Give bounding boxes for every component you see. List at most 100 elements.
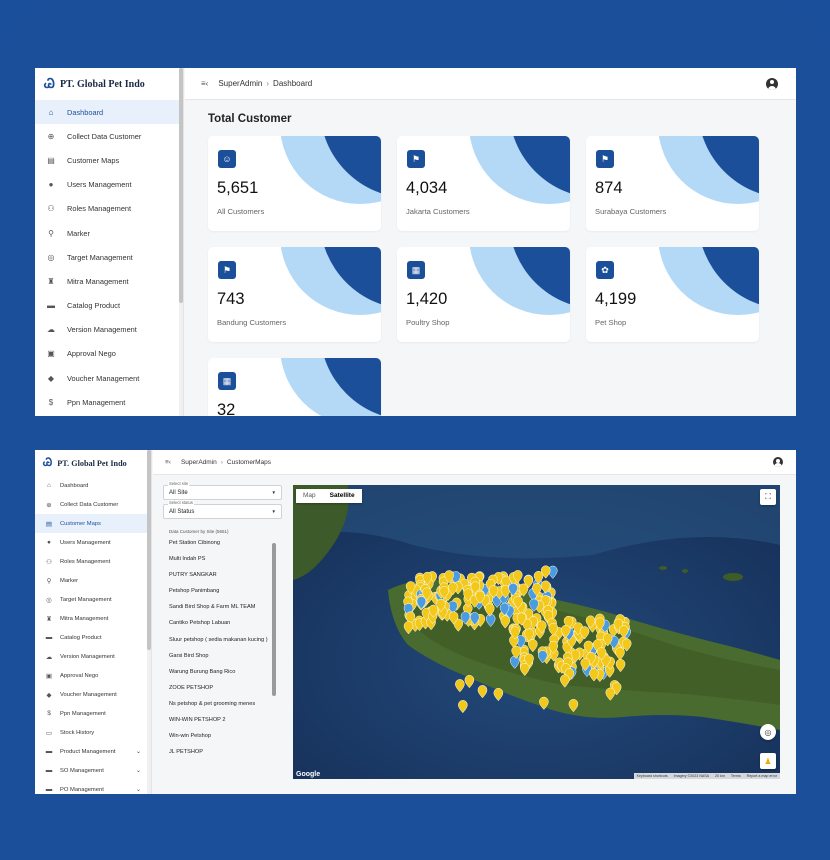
- map-tab-satellite[interactable]: Satellite: [323, 489, 362, 503]
- sidebar-item-marker[interactable]: ⚲ Marker: [35, 571, 151, 590]
- sidebar-scroll-thumb[interactable]: [147, 450, 151, 650]
- stat-card[interactable]: ▦ 1,420 Poultry Shop: [397, 247, 570, 342]
- sidebar-scrollbar[interactable]: [179, 68, 183, 416]
- chevron-down-icon[interactable]: ⌄: [136, 767, 141, 774]
- sidebar-item-voucher-management[interactable]: ◆ Voucher Management: [35, 685, 151, 704]
- fullscreen-icon[interactable]: ⛶: [760, 489, 776, 505]
- sidebar-item-users-management[interactable]: ● Users Management: [35, 533, 151, 552]
- voucher-icon: ◆: [47, 373, 55, 383]
- map-icon: ▤: [45, 520, 53, 528]
- caret-down-icon: ▼: [271, 509, 276, 514]
- site-list-item[interactable]: Cantiko Petshop Labuan: [163, 620, 279, 628]
- sidebar-scroll-thumb[interactable]: [179, 68, 183, 303]
- marker-icon: ⚲: [46, 577, 52, 585]
- sidebar-item-so-management[interactable]: ▬ SO Management ⌄: [35, 761, 151, 780]
- so-icon: ▬: [45, 767, 53, 774]
- site-list-item[interactable]: Garsi Bird Shop: [163, 653, 279, 661]
- flag-icon: ⚑: [407, 150, 425, 168]
- attribution-item[interactable]: Report a map error: [744, 773, 780, 779]
- approval-icon: ▣: [45, 672, 53, 680]
- sidebar-item-mitra-management[interactable]: ♜ Mitra Management: [35, 269, 183, 293]
- stat-card[interactable]: ☺ 5,651 All Customers: [208, 136, 381, 231]
- voucher-icon: ◆: [46, 691, 52, 699]
- map-view[interactable]: Map Satellite ⛶ ◎ ♟ Google Keyboard shor…: [293, 485, 780, 779]
- sidebar-item-roles-management[interactable]: ⚇ Roles Management: [35, 197, 183, 221]
- stat-card[interactable]: ▦ 32: [208, 358, 381, 416]
- sidebar-item-stock-history[interactable]: ▭ Stock History: [35, 723, 151, 742]
- sidebar-item-catalog-product[interactable]: ▬ Catalog Product: [35, 628, 151, 647]
- sidebar-item-marker[interactable]: ⚲ Marker: [35, 221, 183, 245]
- stat-card[interactable]: ⚑ 743 Bandung Customers: [208, 247, 381, 342]
- sidebar-item-roles-management[interactable]: ⚇ Roles Management: [35, 552, 151, 571]
- sidebar-item-dashboard[interactable]: ⌂ Dashboard: [35, 100, 183, 125]
- site-list-item[interactable]: Petshop Panimbang: [163, 588, 279, 596]
- attribution-item: Imagery ©2023 NASA: [673, 774, 710, 778]
- my-location-icon[interactable]: ◎: [760, 724, 776, 740]
- sidebar-item-voucher-management[interactable]: ◆ Voucher Management: [35, 366, 183, 390]
- collect-icon: ⊕: [47, 131, 55, 141]
- site-list-item[interactable]: ZOOE PETSHOP: [163, 685, 279, 693]
- home-icon: ⌂: [47, 482, 51, 489]
- flag-icon: ⚑: [218, 261, 236, 279]
- account-avatar-icon[interactable]: [773, 457, 783, 467]
- site-list-item[interactable]: PUTRY SANGKAR: [163, 572, 279, 580]
- sidebar-item-po-management[interactable]: ▬ PO Management ⌄: [35, 780, 151, 794]
- page-title: Total Customer: [208, 113, 292, 125]
- attribution-item[interactable]: Terms: [728, 773, 744, 779]
- site-list-item[interactable]: Ns petshop & pet grooming menes: [163, 701, 279, 709]
- logo-icon: Ꮚ: [44, 76, 55, 91]
- menu-collapse-icon[interactable]: ≡‹: [201, 79, 208, 88]
- sidebar-item-label: Version Management: [67, 325, 137, 335]
- sidebar-item-users-management[interactable]: ● Users Management: [35, 173, 183, 197]
- site-list-item[interactable]: JL PETSHOP: [163, 749, 279, 757]
- sidebar-item-customer-maps[interactable]: ▤ Customer Maps: [35, 148, 183, 172]
- sidebar-item-collect-data-customer[interactable]: ⊕ Collect Data Customer: [35, 124, 183, 148]
- sidebar-item-customer-maps[interactable]: ▤ Customer Maps: [35, 514, 151, 533]
- breadcrumb-page: CustomerMaps: [226, 458, 271, 466]
- map-tab-map[interactable]: Map: [296, 489, 323, 503]
- breadcrumb-user[interactable]: SuperAdmin: [218, 79, 262, 88]
- site-list-item[interactable]: WIN-WIN PETSHOP 2: [163, 717, 279, 725]
- stat-label: Poultry Shop: [406, 318, 450, 327]
- chevron-down-icon[interactable]: ⌄: [136, 748, 141, 755]
- site-list-item[interactable]: Sandi Bird Shop & Farm ML TEAM: [163, 604, 279, 612]
- sidebar-item-label: Mitra Management: [60, 615, 109, 622]
- sidebar-item-label: Approval Nego: [60, 672, 99, 679]
- menu-collapse-icon[interactable]: ≡‹: [165, 459, 171, 466]
- sidebar-scrollbar[interactable]: [147, 450, 151, 794]
- account-avatar-icon[interactable]: [766, 77, 778, 90]
- stat-card[interactable]: ✿ 4,199 Pet Shop: [586, 247, 759, 342]
- chevron-down-icon[interactable]: ⌄: [136, 786, 141, 793]
- sidebar-item-collect-data-customer[interactable]: ⊕ Collect Data Customer: [35, 495, 151, 514]
- sidebar-item-approval-nego[interactable]: ▣ Approval Nego: [35, 342, 183, 366]
- site-list-scrollbar[interactable]: [272, 540, 276, 786]
- sidebar-item-version-management[interactable]: ☁ Version Management: [35, 318, 183, 342]
- breadcrumb-user[interactable]: SuperAdmin: [181, 459, 217, 466]
- street-view-icon[interactable]: ♟: [760, 753, 776, 769]
- status-select[interactable]: Select status All Status ▼: [163, 500, 282, 519]
- brand: Ꮚ PT. Global Pet Indo: [35, 68, 183, 100]
- sidebar-item-dashboard[interactable]: ⌂ Dashboard: [35, 476, 151, 495]
- site-list-item[interactable]: Multi Indah PS: [163, 556, 279, 564]
- sidebar-item-mitra-management[interactable]: ♜ Mitra Management: [35, 609, 151, 628]
- site-list-scroll-thumb[interactable]: [272, 543, 276, 696]
- site-list-item[interactable]: Pet Station Cibinong: [163, 540, 279, 548]
- stat-card[interactable]: ⚑ 4,034 Jakarta Customers: [397, 136, 570, 231]
- site-list-item[interactable]: Sluur petshop ( sedia makanan kucing ): [163, 637, 279, 645]
- attribution-item[interactable]: Keyboard shortcuts: [634, 773, 671, 779]
- sidebar-item-approval-nego[interactable]: ▣ Approval Nego: [35, 666, 151, 685]
- sidebar-item-ppn-management[interactable]: $ Ppn Management: [35, 704, 151, 723]
- site-list-item[interactable]: Win-win Petshop: [163, 733, 279, 741]
- sidebar-item-target-management[interactable]: ◎ Target Management: [35, 590, 151, 609]
- stat-card[interactable]: ⚑ 874 Surabaya Customers: [586, 136, 759, 231]
- sidebar-item-product-management[interactable]: ▬ Product Management ⌄: [35, 742, 151, 761]
- site-list-item[interactable]: Warung Burung Bang Rico: [163, 669, 279, 677]
- shop-icon: ▦: [218, 372, 236, 390]
- sidebar-item-ppn-management[interactable]: $ Ppn Management: [35, 390, 183, 414]
- sidebar-item-label: Dashboard: [60, 482, 89, 489]
- site-select[interactable]: Select site All Site ▼: [163, 481, 282, 500]
- sidebar-item-version-management[interactable]: ☁ Version Management: [35, 647, 151, 666]
- sidebar-item-target-management[interactable]: ◎ Target Management: [35, 245, 183, 269]
- sidebar-item-catalog-product[interactable]: ▬ Catalog Product: [35, 294, 183, 318]
- breadcrumb-separator: ›: [220, 458, 223, 466]
